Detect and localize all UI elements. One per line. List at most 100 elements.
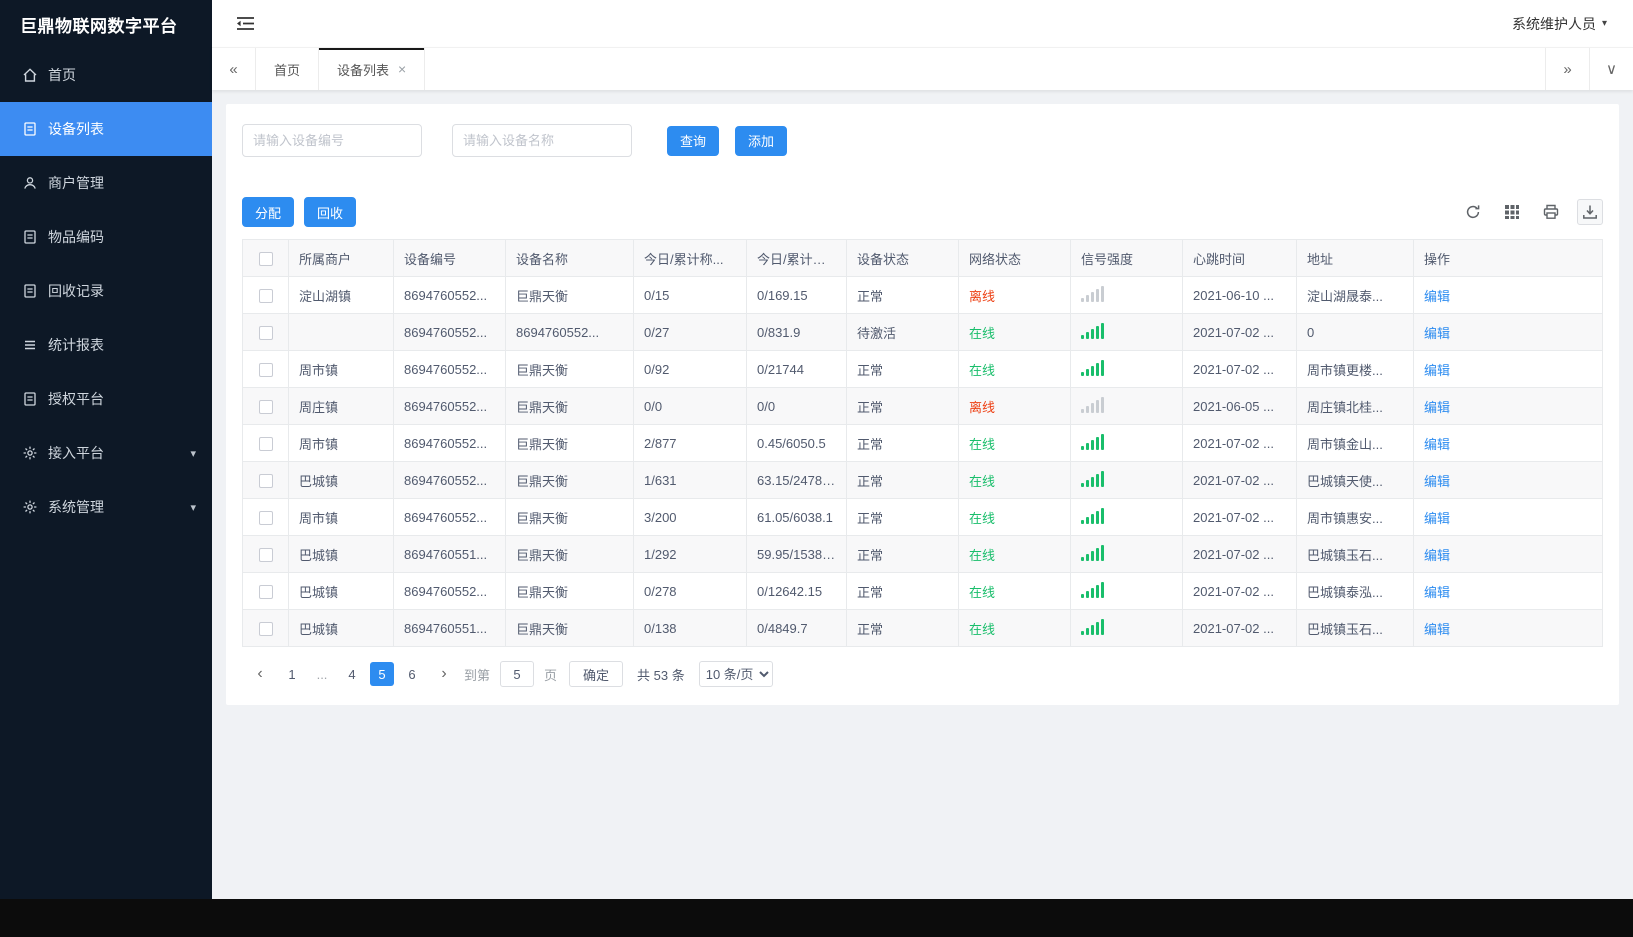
row-checkbox[interactable] (258, 362, 273, 377)
column-header: 心跳时间 (1182, 239, 1297, 277)
cell-device-no: 8694760552... (393, 424, 506, 462)
tabs-scroll-left-button[interactable]: « (212, 48, 256, 90)
cell-today-count: 3/200 (633, 498, 747, 536)
row-checkbox[interactable] (258, 584, 273, 599)
sidebar-item-recycle-record[interactable]: 回收记录 (0, 264, 212, 318)
sidebar-item-label: 首页 (48, 67, 76, 83)
row-checkbox[interactable] (258, 436, 273, 451)
refresh-button[interactable] (1460, 199, 1486, 225)
chevron-down-icon: ▾ (1601, 18, 1607, 29)
edit-link[interactable]: 编辑 (1424, 289, 1450, 304)
edit-link[interactable]: 编辑 (1424, 585, 1450, 600)
cell-address: 巴城镇泰泓... (1296, 572, 1414, 610)
recycle-button[interactable]: 回收 (304, 197, 357, 227)
cell-network-status: 在线 (958, 535, 1071, 573)
print-button[interactable] (1538, 199, 1564, 225)
edit-link[interactable]: 编辑 (1424, 474, 1450, 489)
edit-link[interactable]: 编辑 (1424, 326, 1450, 341)
row-checkbox[interactable] (258, 288, 273, 303)
page-number[interactable]: 4 (340, 662, 364, 686)
signal-bars-icon (1081, 507, 1104, 524)
merchant-icon (22, 175, 38, 191)
export-button[interactable] (1577, 199, 1603, 225)
edit-link[interactable]: 编辑 (1424, 437, 1450, 452)
goto-page-input[interactable] (500, 661, 535, 687)
device-no-input[interactable] (242, 124, 422, 157)
close-icon[interactable]: × (398, 62, 406, 76)
tabs-menu-button[interactable]: ∨ (1589, 48, 1633, 90)
sidebar-item-device-list[interactable]: 设备列表 (0, 102, 212, 156)
sidebar-item-authorize[interactable]: 授权平台 (0, 372, 212, 426)
signal-bars-icon (1081, 396, 1104, 413)
item-code-icon (22, 229, 38, 245)
page-list: 1... 4 5 6 (280, 662, 424, 686)
column-header: 信号强度 (1070, 239, 1183, 277)
sidebar-collapse-button[interactable] (236, 16, 255, 31)
device-name-input[interactable] (452, 124, 632, 157)
cell-signal (1070, 424, 1183, 462)
app-root: 巨鼎物联网数字平台 首页 设备列表 商户管理 物品编码 回收记录 统计报表 授权平台 接入平台… (0, 0, 1633, 899)
select-all-checkbox[interactable] (258, 251, 273, 266)
add-button[interactable]: 添加 (735, 125, 788, 156)
edit-link[interactable]: 编辑 (1424, 400, 1450, 415)
cell-today-weight: 0/831.9 (746, 313, 847, 351)
cell-today-weight: 59.95/15382... (746, 535, 847, 573)
next-page-button[interactable]: › (432, 662, 456, 686)
row-checkbox[interactable] (258, 510, 273, 525)
sidebar-item-report[interactable]: 统计报表 (0, 318, 212, 372)
cell-signal (1070, 276, 1183, 314)
column-settings-button[interactable] (1499, 199, 1525, 225)
table-row: 周市镇 8694760552... 巨鼎天衡 3/200 61.05/6038.1 正常在… (242, 498, 1603, 536)
cell-address: 周市镇惠安... (1296, 498, 1414, 536)
edit-link[interactable]: 编辑 (1424, 622, 1450, 637)
sidebar-item-access-platform[interactable]: 接入平台 ▾ (0, 426, 212, 480)
cell-network-status: 在线 (958, 609, 1071, 647)
tabs-scroll-right-button[interactable]: » (1545, 48, 1589, 90)
row-checkbox[interactable] (258, 473, 273, 488)
cell-today-count: 0/27 (633, 313, 747, 351)
cell-device-no: 8694760552... (393, 461, 506, 499)
cell-merchant: 周市镇 (288, 424, 394, 462)
cell-merchant: 巴城镇 (288, 535, 394, 573)
user-menu[interactable]: 系统维护人员 ▾ (1512, 14, 1607, 34)
page-number[interactable]: 6 (400, 662, 424, 686)
cell-heartbeat: 2021-06-05 ... (1182, 387, 1297, 425)
signal-bars-icon (1081, 433, 1104, 450)
sidebar: 巨鼎物联网数字平台 首页 设备列表 商户管理 物品编码 回收记录 统计报表 授权平台 接入平台… (0, 0, 212, 899)
cell-today-weight: 61.05/6038.1 (746, 498, 847, 536)
prev-page-button[interactable]: ‹ (248, 662, 272, 686)
chevron-down-icon: ▾ (190, 447, 196, 460)
assign-button[interactable]: 分配 (242, 197, 295, 227)
table-row: 周市镇 8694760552... 巨鼎天衡 0/92 0/21744 正常 在线 2021-… (242, 350, 1603, 388)
sidebar-item-system-manage[interactable]: 系统管理 ▾ (0, 480, 212, 534)
printer-icon (1543, 204, 1559, 219)
row-checkbox[interactable] (258, 325, 273, 340)
tab-device-list[interactable]: 设备列表 × (319, 48, 426, 90)
edit-link[interactable]: 编辑 (1424, 363, 1450, 378)
tab-label: 设备列表 (337, 62, 390, 78)
edit-link[interactable]: 编辑 (1424, 511, 1450, 526)
topbar: 系统维护人员 ▾ (212, 0, 1633, 47)
row-checkbox[interactable] (258, 621, 273, 636)
edit-link[interactable]: 编辑 (1424, 548, 1450, 563)
signal-bars-icon (1081, 285, 1104, 302)
sidebar-item-label: 系统管理 (48, 499, 104, 515)
sidebar-item-item-code[interactable]: 物品编码 (0, 210, 212, 264)
query-button[interactable]: 查询 (667, 125, 720, 156)
cell-signal (1070, 498, 1183, 536)
page-number[interactable]: 1 (280, 662, 304, 686)
goto-confirm-button[interactable]: 确定 (569, 661, 624, 687)
row-checkbox[interactable] (258, 547, 273, 562)
row-checkbox[interactable] (258, 399, 273, 414)
sidebar-item-merchant-manage[interactable]: 商户管理 (0, 156, 212, 210)
tab-home[interactable]: 首页 (256, 48, 320, 90)
device-table: 所属商户 设备编号 设备名称 今日/累计称... 今日/累计重... 设备状态 网络状态 信号… (242, 239, 1603, 647)
signal-bars-icon (1081, 359, 1104, 376)
cell-device-no: 8694760552... (393, 572, 506, 610)
sidebar-item-home[interactable]: 首页 (0, 48, 212, 102)
page-size-select[interactable]: 10 条/页 (698, 661, 773, 687)
select-all-header (242, 239, 289, 277)
page-number[interactable]: 5 (370, 662, 394, 686)
page-ellipsis[interactable]: ... (310, 662, 334, 686)
cell-address: 淀山湖晟泰... (1296, 276, 1414, 314)
